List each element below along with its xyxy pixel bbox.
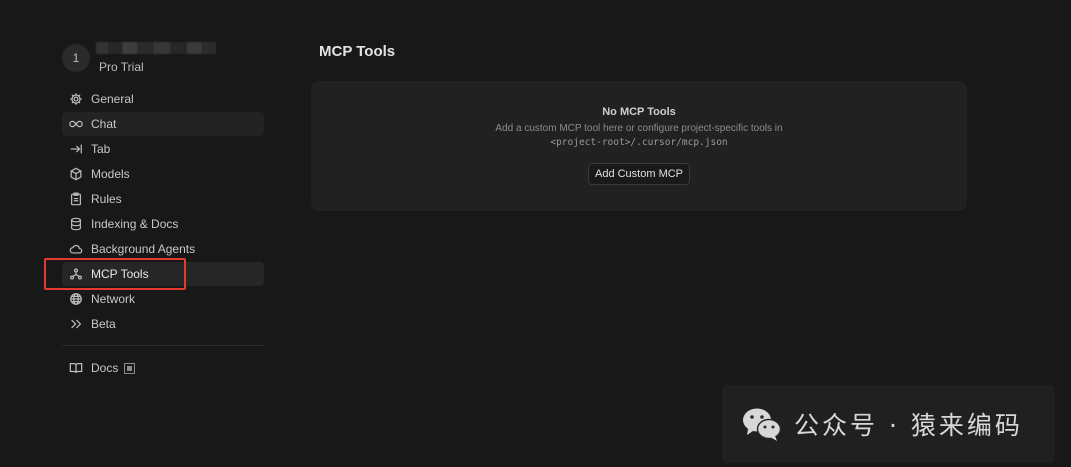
- sidebar-nav: General Chat Tab Models Rules Indexing &…: [44, 87, 264, 336]
- sidebar-item-label: Rules: [91, 192, 122, 206]
- sidebar-item-label: Docs: [91, 361, 119, 375]
- sidebar-item-chat[interactable]: Chat: [62, 112, 264, 136]
- avatar[interactable]: 1: [62, 44, 90, 72]
- sidebar-item-label: Models: [91, 167, 130, 181]
- cube-icon: [68, 166, 84, 182]
- sidebar-item-tab[interactable]: Tab: [62, 137, 264, 161]
- wechat-watermark: 公众号 · 猿来编码: [722, 385, 1055, 463]
- tab-arrow-icon: [68, 141, 84, 157]
- empty-state-description: Add a custom MCP tool here or configure …: [311, 122, 967, 150]
- watermark-text: 公众号 · 猿来编码: [794, 411, 1023, 440]
- empty-state-description-text: Add a custom MCP tool here or configure …: [495, 123, 783, 134]
- globe-icon: [68, 291, 84, 307]
- mcp-empty-state-card: No MCP Tools Add a custom MCP tool here …: [311, 81, 967, 211]
- page-title: MCP Tools: [319, 43, 396, 60]
- sidebar-item-label: Indexing & Docs: [91, 217, 179, 231]
- sidebar: 1 Pro Trial General Chat Tab Models Rule…: [44, 40, 264, 381]
- sidebar-item-rules[interactable]: Rules: [62, 187, 264, 211]
- infinity-icon: [68, 116, 84, 132]
- sidebar-item-label: Beta: [91, 317, 116, 331]
- account-plan: Pro Trial: [99, 60, 144, 74]
- sidebar-item-label: Background Agents: [91, 242, 196, 256]
- sidebar-item-models[interactable]: Models: [62, 162, 264, 186]
- clipboard-icon: [68, 191, 84, 207]
- wechat-icon: [743, 408, 782, 441]
- sidebar-item-network[interactable]: Network: [62, 287, 264, 311]
- add-custom-mcp-button[interactable]: Add Custom MCP: [587, 163, 691, 185]
- cloud-icon: [68, 241, 84, 257]
- sidebar-item-background-agents[interactable]: Background Agents: [62, 237, 264, 261]
- account-name-redacted: [96, 42, 216, 54]
- sidebar-item-label: Network: [91, 292, 136, 306]
- sidebar-item-label: Tab: [91, 142, 111, 156]
- sidebar-item-general[interactable]: General: [62, 87, 264, 111]
- empty-state-title: No MCP Tools: [602, 106, 676, 118]
- sidebar-item-label: General: [91, 92, 134, 106]
- external-link-icon: [124, 362, 136, 374]
- sidebar-item-beta[interactable]: Beta: [62, 312, 264, 336]
- settings-window: 1 Pro Trial General Chat Tab Models Rule…: [0, 0, 1071, 467]
- sidebar-item-docs[interactable]: Docs: [62, 356, 264, 380]
- book-icon: [68, 360, 84, 376]
- gear-icon: [68, 91, 84, 107]
- mcp-icon: [68, 266, 84, 282]
- sidebar-item-mcp-tools[interactable]: MCP Tools: [44, 258, 264, 290]
- account-header: 1 Pro Trial: [62, 40, 264, 80]
- sidebar-item-label: Chat: [91, 117, 117, 131]
- sidebar-item-label: MCP Tools: [91, 267, 149, 281]
- sidebar-item-indexing-docs[interactable]: Indexing & Docs: [62, 212, 264, 236]
- sidebar-divider: [62, 345, 264, 346]
- mcp-config-path: <project-root>/.cursor/mcp.json: [550, 137, 728, 148]
- double-chevron-icon: [68, 316, 84, 332]
- database-icon: [68, 216, 84, 232]
